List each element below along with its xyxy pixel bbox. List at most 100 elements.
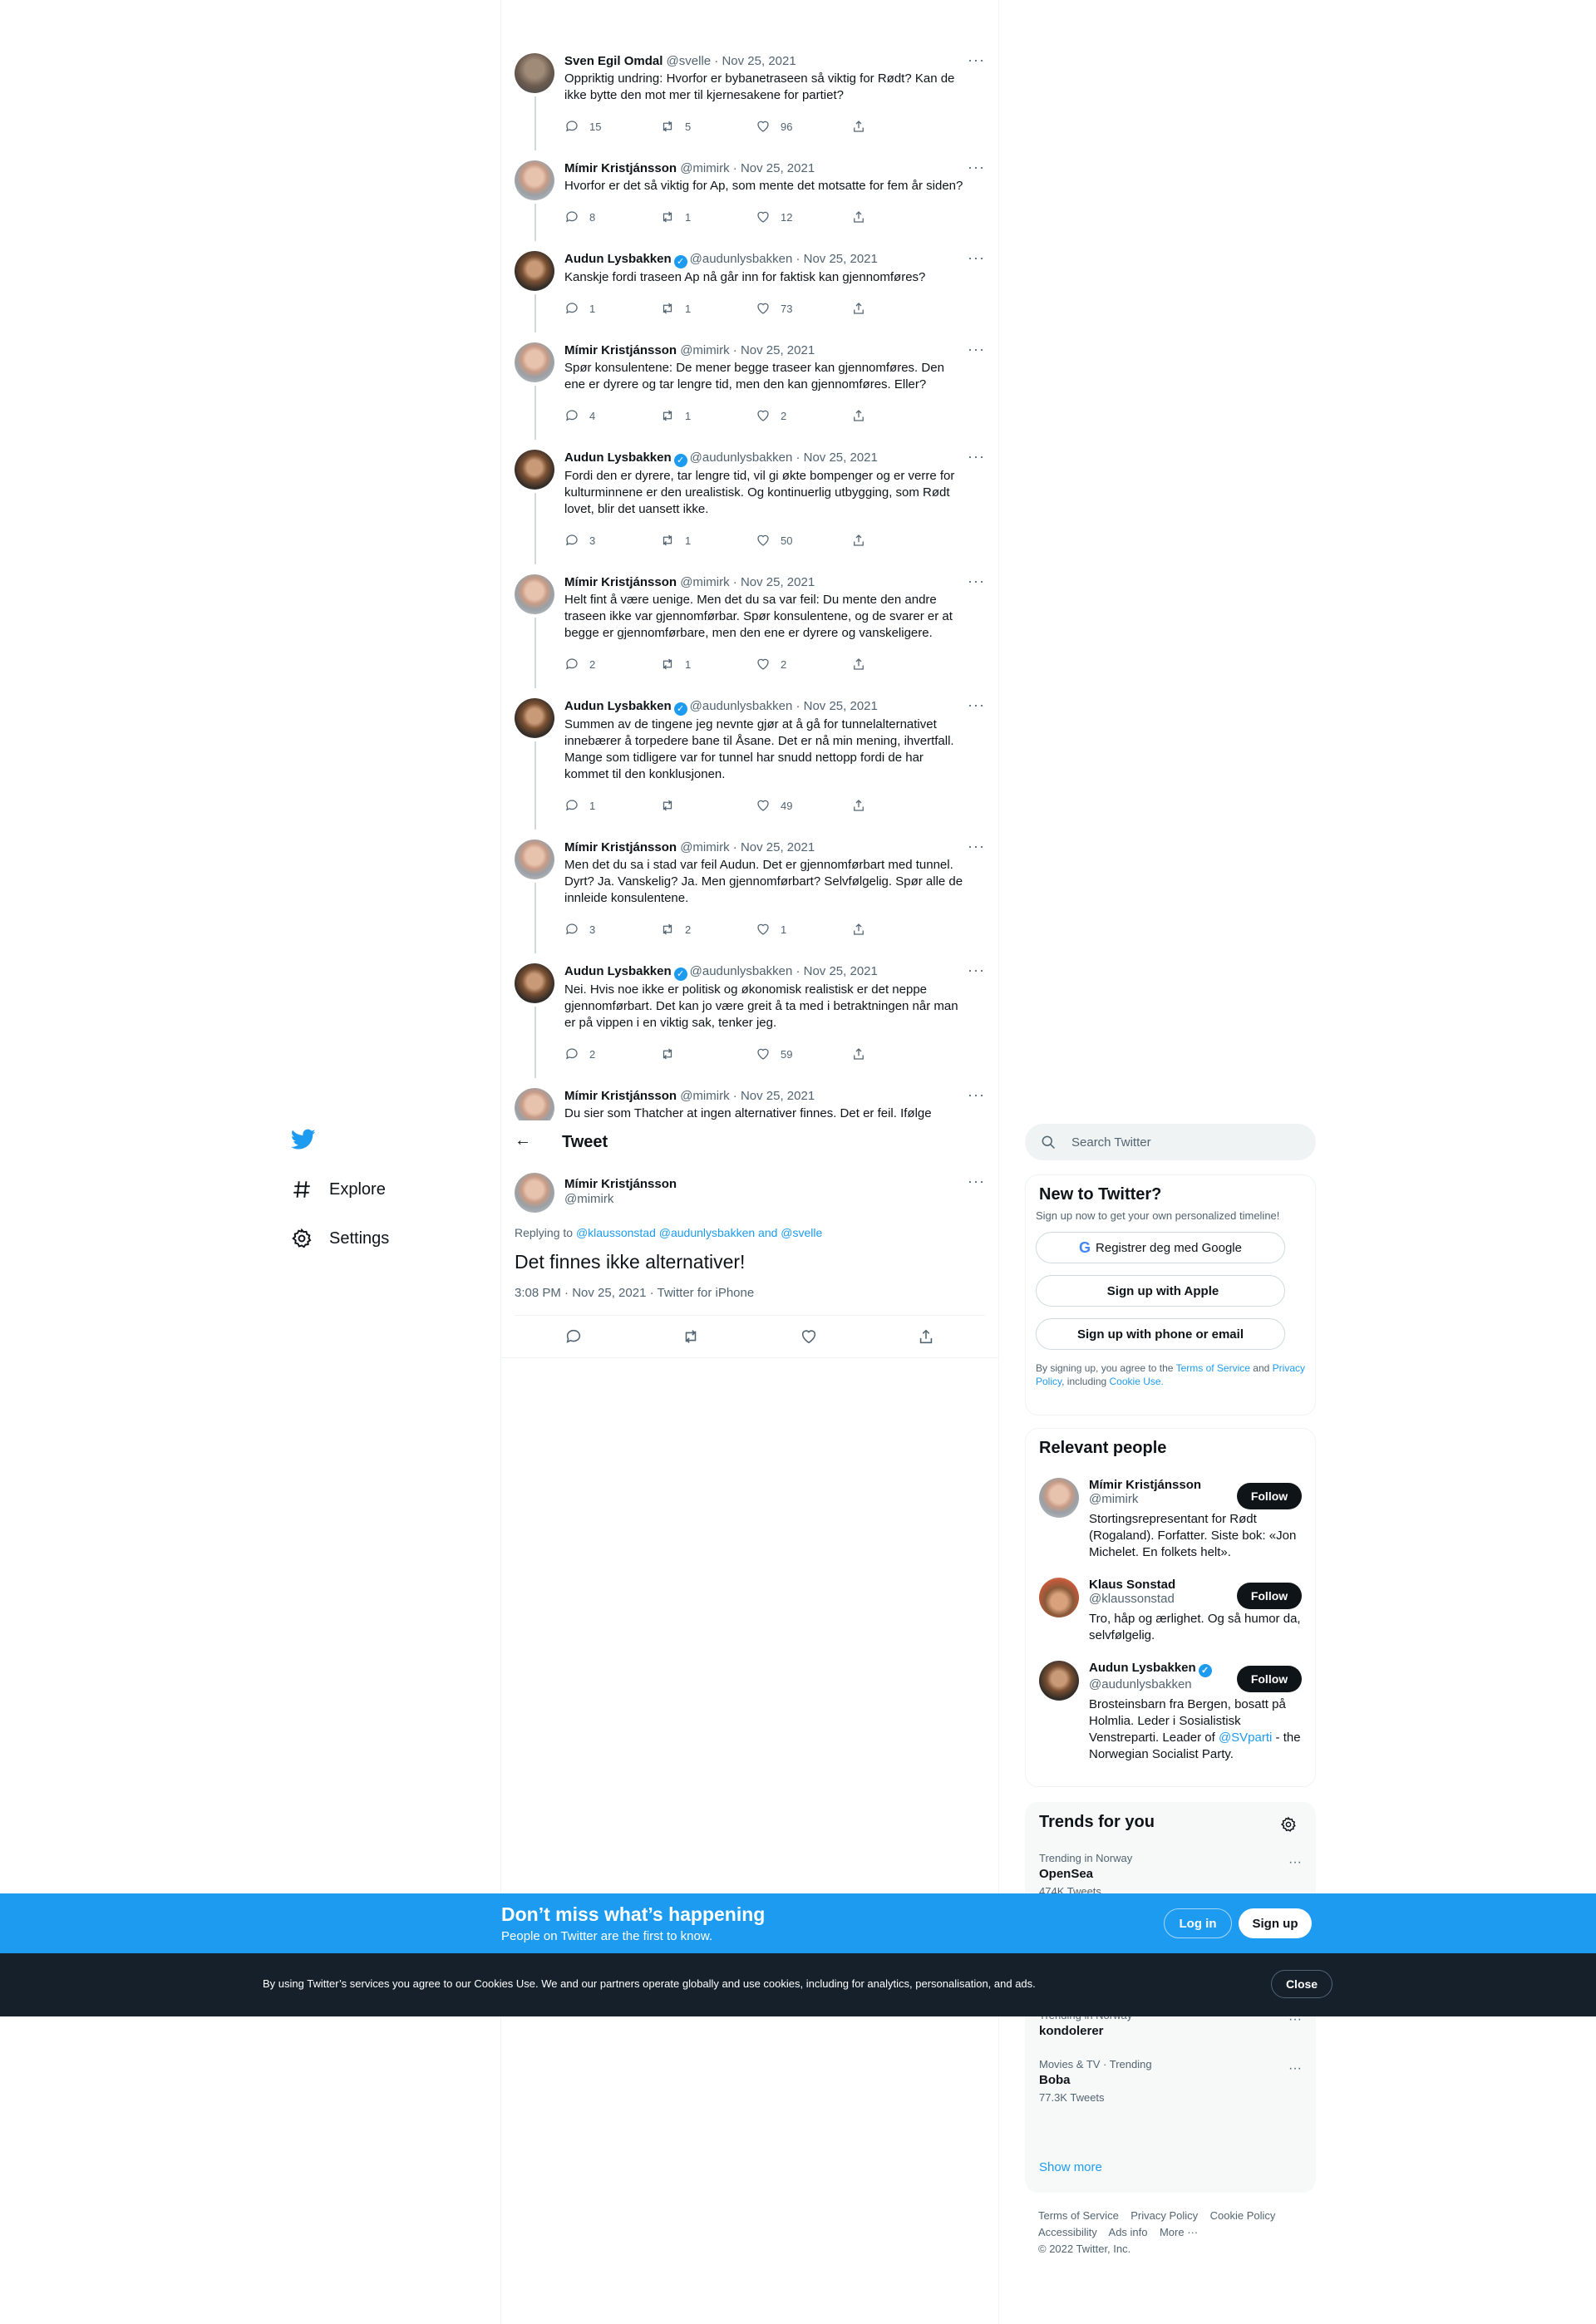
apple-signup-button[interactable]: Sign up with Apple <box>1036 1275 1285 1307</box>
terms-link[interactable]: Terms of Service <box>1176 1362 1250 1374</box>
retweet-button[interactable]: 2 <box>660 922 727 937</box>
author-name[interactable]: Audun Lysbakken <box>564 699 672 713</box>
reply-button[interactable]: 3 <box>564 533 631 548</box>
signup-button[interactable]: Sign up <box>1239 1908 1312 1938</box>
retweet-button[interactable]: 1 <box>660 533 727 548</box>
tweet-timestamp[interactable]: 3:08 PM · Nov 25, 2021 · Twitter for iPh… <box>501 1274 998 1315</box>
twitter-logo[interactable] <box>290 1129 316 1155</box>
reply-button[interactable]: 1 <box>564 798 631 813</box>
avatar[interactable] <box>515 698 554 738</box>
like-button[interactable]: 2 <box>756 408 822 423</box>
share-button[interactable] <box>851 533 918 548</box>
avatar[interactable] <box>1039 1478 1079 1518</box>
relevant-person[interactable]: Follow Audun Lysbakken ✓ @audunlysbakken Bro… <box>1026 1651 1315 1770</box>
follow-button[interactable]: Follow <box>1237 1666 1302 1692</box>
more-icon[interactable]: ··· <box>1288 2061 1302 2076</box>
author-name[interactable]: Mímir Kristjánsson <box>564 575 677 589</box>
footer-accessibility-link[interactable]: Accessibility <box>1038 2226 1097 2238</box>
footer-cookie-link[interactable]: Cookie Policy <box>1210 2209 1276 2222</box>
reply-button[interactable]: 8 <box>564 209 631 224</box>
avatar[interactable] <box>515 1173 554 1213</box>
author-handle[interactable]: @svelle <box>667 54 712 68</box>
phone-email-signup-button[interactable]: Sign up with phone or email <box>1036 1318 1285 1350</box>
author-handle[interactable]: @audunlysbakken <box>690 699 793 713</box>
more-icon[interactable]: ··· <box>968 1174 985 1189</box>
like-button[interactable]: 2 <box>756 657 822 672</box>
thread-tweet[interactable]: ··· Audun Lysbakken ✓ @audunlysbakken · Nov… <box>501 685 998 830</box>
retweet-button[interactable] <box>660 798 727 813</box>
author-name[interactable]: Mímir Kristjánsson <box>564 1177 677 1191</box>
author-name[interactable]: Mímir Kristjánsson <box>564 161 677 175</box>
author-handle[interactable]: @mimirk <box>680 161 729 175</box>
replying-to-users[interactable]: @klaussonstad @audunlysbakken <box>576 1226 755 1239</box>
more-icon[interactable]: ··· <box>968 342 985 357</box>
more-icon[interactable]: ··· <box>968 1087 985 1102</box>
avatar[interactable] <box>515 839 554 879</box>
author-handle[interactable]: @mimirk <box>680 343 729 357</box>
author-handle[interactable]: @audunlysbakken <box>690 964 793 978</box>
login-button[interactable]: Log in <box>1164 1908 1232 1938</box>
tweet-date[interactable]: Nov 25, 2021 <box>741 161 815 175</box>
cookie-link[interactable]: Cookie Use. <box>1110 1376 1164 1387</box>
more-icon[interactable]: ··· <box>968 697 985 712</box>
follow-button[interactable]: Follow <box>1237 1583 1302 1609</box>
author-handle[interactable]: @mimirk <box>680 1089 729 1103</box>
trends-settings-gear-icon[interactable] <box>1280 1816 1297 1833</box>
retweet-button[interactable]: 1 <box>660 209 727 224</box>
retweet-icon[interactable] <box>682 1327 700 1346</box>
like-button[interactable]: 96 <box>756 119 822 134</box>
tweet-date[interactable]: Nov 25, 2021 <box>804 252 878 266</box>
thread-tweet[interactable]: ··· Audun Lysbakken ✓ @audunlysbakken · Nov… <box>501 950 998 1078</box>
author-name[interactable]: Audun Lysbakken <box>564 451 672 465</box>
avatar[interactable] <box>515 53 554 93</box>
reply-button[interactable]: 3 <box>564 922 631 937</box>
author-name[interactable]: Audun Lysbakken <box>564 964 672 978</box>
avatar[interactable] <box>515 963 554 1003</box>
reply-button[interactable]: 2 <box>564 1046 631 1061</box>
more-icon[interactable]: ··· <box>1288 1855 1302 1870</box>
nav-explore[interactable]: Explore <box>291 1179 386 1200</box>
thread-tweet[interactable]: ··· Mímir Kristjánsson @mimirk · Nov 25, … <box>501 147 998 241</box>
retweet-button[interactable]: 5 <box>660 119 727 134</box>
more-icon[interactable]: ··· <box>968 449 985 464</box>
thread-tweet[interactable]: ··· Audun Lysbakken ✓ @audunlysbakken · Nov… <box>501 436 998 564</box>
author-name[interactable]: Audun Lysbakken <box>564 252 672 266</box>
share-button[interactable] <box>851 1046 918 1061</box>
share-button[interactable] <box>851 408 918 423</box>
reply-button[interactable]: 15 <box>564 119 631 134</box>
more-icon[interactable]: ··· <box>968 52 985 67</box>
follow-button[interactable]: Follow <box>1237 1483 1302 1509</box>
share-button[interactable] <box>851 922 918 937</box>
thread-tweet[interactable]: ··· Mímir Kristjánsson @mimirk · Nov 25, … <box>501 561 998 688</box>
more-icon[interactable]: ··· <box>968 839 985 854</box>
like-button[interactable]: 73 <box>756 301 822 316</box>
avatar[interactable] <box>515 1088 554 1120</box>
google-signup-button[interactable]: G Registrer deg med Google <box>1036 1232 1285 1263</box>
share-button[interactable] <box>851 798 918 813</box>
cookie-close-button[interactable]: Close <box>1271 1970 1332 1998</box>
author-name[interactable]: Sven Egil Omdal <box>564 54 663 68</box>
retweet-button[interactable]: 1 <box>660 408 727 423</box>
replying-to-last-user[interactable]: @svelle <box>781 1226 822 1239</box>
author-handle[interactable]: @mimirk <box>564 1192 677 1206</box>
retweet-button[interactable] <box>660 1046 727 1061</box>
tweet-date[interactable]: Nov 25, 2021 <box>741 1089 815 1103</box>
avatar[interactable] <box>1039 1578 1079 1617</box>
footer-terms-link[interactable]: Terms of Service <box>1038 2209 1119 2222</box>
more-icon[interactable]: ··· <box>968 160 985 175</box>
like-icon[interactable] <box>800 1327 818 1346</box>
tweet-date[interactable]: Nov 25, 2021 <box>741 840 815 854</box>
avatar[interactable] <box>515 574 554 614</box>
retweet-button[interactable]: 1 <box>660 301 727 316</box>
reply-button[interactable]: 2 <box>564 657 631 672</box>
show-more-link[interactable]: Show more <box>1039 2160 1102 2174</box>
like-button[interactable]: 12 <box>756 209 822 224</box>
tweet-date[interactable]: Nov 25, 2021 <box>804 451 878 465</box>
tweet-date[interactable]: Nov 25, 2021 <box>741 343 815 357</box>
nav-settings[interactable]: Settings <box>291 1228 389 1249</box>
tweet-date[interactable]: Nov 25, 2021 <box>804 699 878 713</box>
more-icon[interactable]: ··· <box>968 574 985 588</box>
more-icon[interactable]: ··· <box>968 250 985 265</box>
reply-button[interactable]: 1 <box>564 301 631 316</box>
like-button[interactable]: 49 <box>756 798 822 813</box>
